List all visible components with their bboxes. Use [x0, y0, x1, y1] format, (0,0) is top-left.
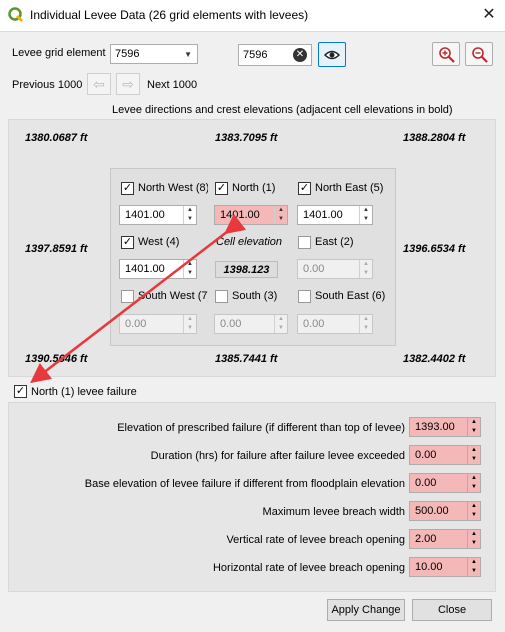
base-elevation-input[interactable]: 0.00 ▲ ▼	[409, 473, 481, 493]
horizontal-rate-input[interactable]: 10.00 ▲ ▼	[409, 557, 481, 577]
failure-duration-label: Duration (hrs) for failure after failure…	[150, 450, 405, 462]
prescribed-failure-input[interactable]: 1393.00 ▲ ▼	[409, 417, 481, 437]
spin-arrows-icon[interactable]: ▲ ▼	[467, 446, 480, 464]
levee-failure-label: North (1) levee failure	[31, 386, 137, 398]
close-button[interactable]: Close	[412, 599, 492, 621]
base-elevation-label: Base elevation of levee failure if diffe…	[84, 478, 405, 490]
vertical-rate-input[interactable]: 2.00 ▲ ▼	[409, 529, 481, 549]
spin-arrows-icon[interactable]: ▲ ▼	[467, 558, 480, 576]
spin-arrows-icon[interactable]: ▲ ▼	[467, 474, 480, 492]
horizontal-rate-label: Horizontal rate of levee breach opening	[212, 562, 405, 574]
spin-arrows-icon[interactable]: ▲ ▼	[467, 418, 480, 436]
levee-failure-checkbox[interactable]: ✓	[14, 385, 27, 398]
apply-change-button[interactable]: Apply Change	[327, 599, 405, 621]
spin-arrows-icon[interactable]: ▲ ▼	[467, 530, 480, 548]
vertical-rate-label: Vertical rate of levee breach opening	[226, 534, 405, 546]
breach-width-input[interactable]: 500.00 ▲ ▼	[409, 501, 481, 521]
failure-duration-input[interactable]: 0.00 ▲ ▼	[409, 445, 481, 465]
spin-arrows-icon[interactable]: ▲ ▼	[467, 502, 480, 520]
breach-width-label: Maximum levee breach width	[262, 506, 405, 518]
prescribed-failure-label: Elevation of prescribed failure (if diff…	[117, 422, 405, 434]
